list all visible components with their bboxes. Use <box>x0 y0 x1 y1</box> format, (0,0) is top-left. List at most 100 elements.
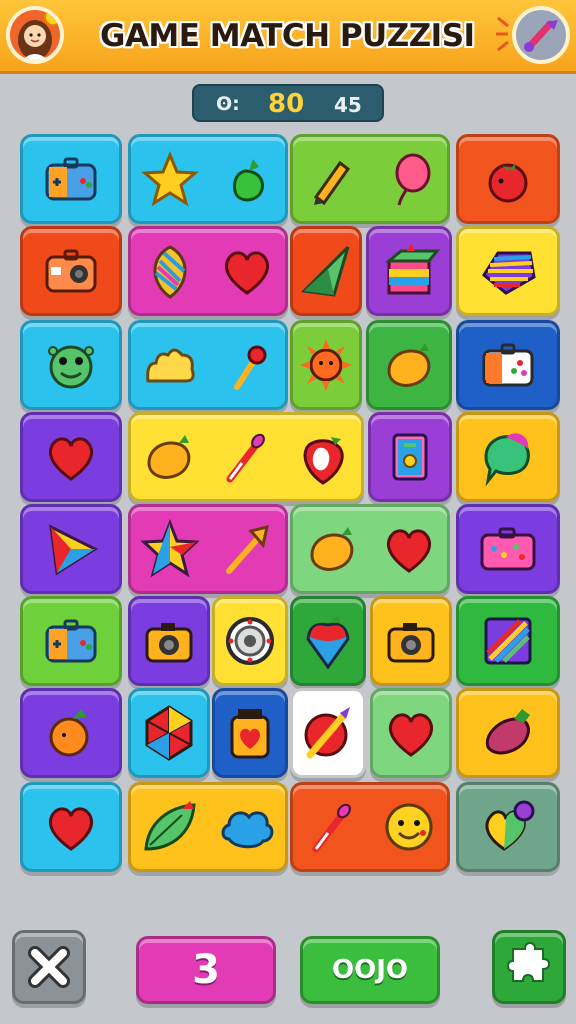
puzzle-tile[interactable] <box>20 596 122 686</box>
moves-value: 45 <box>334 93 362 117</box>
chat-leaf-icon <box>476 425 540 489</box>
puzzle-tile[interactable] <box>20 688 122 778</box>
toolbox-icon <box>476 333 540 397</box>
pencil-icon <box>300 147 364 211</box>
heart-icon <box>39 425 103 489</box>
palette-case-icon <box>476 517 540 581</box>
game-title: GAME MATCH PUZZISI <box>100 18 475 54</box>
strawberry-icon <box>291 425 355 489</box>
score-value: 80 <box>268 89 305 119</box>
radish-icon <box>215 147 279 211</box>
puzzle-piece-icon <box>506 941 551 982</box>
heart-icon <box>379 701 443 765</box>
puzzle-tile[interactable] <box>128 782 288 872</box>
puzzle-tile[interactable] <box>456 412 560 502</box>
puzzle-tile[interactable] <box>456 226 560 316</box>
puzzle-tile[interactable] <box>20 412 122 502</box>
top-bar: GAME MATCH PUZZISI <box>0 0 576 74</box>
tomato-icon <box>476 147 540 211</box>
gamepad-case-icon <box>39 147 103 211</box>
puzzle-tile[interactable] <box>366 320 452 410</box>
puzzle-tile[interactable] <box>290 596 366 686</box>
heart-icon <box>215 239 279 303</box>
paintbrush-icon <box>214 425 278 489</box>
sun-icon <box>294 333 358 397</box>
girl-avatar-icon[interactable] <box>6 6 64 64</box>
smiley-icon <box>377 795 441 859</box>
star-icon <box>138 147 202 211</box>
puzzle-tile[interactable] <box>290 688 366 778</box>
puzzle-tile[interactable] <box>20 782 122 872</box>
cloud-icon <box>215 795 279 859</box>
lollipop-icon <box>215 333 279 397</box>
mango-icon <box>300 517 364 581</box>
brush-settings-icon[interactable] <box>512 6 570 64</box>
camera-icon <box>379 609 443 673</box>
puzzle-tile[interactable] <box>290 320 362 410</box>
puzzle-tile[interactable] <box>128 412 364 502</box>
puzzle-button[interactable] <box>492 930 566 1004</box>
puzzle-tile[interactable] <box>128 504 288 594</box>
puzzle-tile[interactable] <box>456 320 560 410</box>
puzzle-tile[interactable] <box>290 226 362 316</box>
close-icon <box>28 946 70 988</box>
card-icon <box>378 425 442 489</box>
berry-cone-icon <box>296 609 360 673</box>
puzzle-tile[interactable] <box>212 596 288 686</box>
puzzle-tile[interactable] <box>290 504 450 594</box>
camera-case-icon <box>39 239 103 303</box>
puzzle-tile[interactable] <box>456 688 560 778</box>
heart-icon <box>377 517 441 581</box>
brush-disc-icon <box>296 701 360 765</box>
puzzle-tile[interactable] <box>456 504 560 594</box>
puzzle-tile[interactable] <box>20 504 122 594</box>
count-button[interactable]: 3 <box>136 936 276 1004</box>
polygon-gem-icon <box>137 701 201 765</box>
puzzle-tile[interactable] <box>128 134 288 224</box>
star-gem-icon <box>138 517 202 581</box>
puzzle-tile[interactable] <box>20 134 122 224</box>
puzzle-tile[interactable] <box>128 226 288 316</box>
puzzle-tile[interactable] <box>290 134 450 224</box>
leaf-gem-icon <box>138 239 202 303</box>
balloon-icon <box>377 147 441 211</box>
puzzle-tile[interactable] <box>128 320 288 410</box>
kite-gem-icon <box>294 239 358 303</box>
frog-icon <box>39 333 103 397</box>
close-button[interactable] <box>12 930 86 1004</box>
sparkle-icon <box>496 16 509 52</box>
puzzle-tile[interactable] <box>20 320 122 410</box>
puzzle-tile[interactable] <box>128 596 210 686</box>
triangle-gem-icon <box>39 517 103 581</box>
heart-jar-icon <box>218 701 282 765</box>
rainbow-gem-icon <box>476 239 540 303</box>
heart-icon <box>39 795 103 859</box>
score-label: ʘ: <box>216 93 240 115</box>
puzzle-tile[interactable] <box>456 782 560 872</box>
arrow-icon <box>215 517 279 581</box>
dial-icon <box>218 609 282 673</box>
puzzle-tile[interactable] <box>212 688 288 778</box>
puzzle-tile[interactable] <box>128 688 210 778</box>
rainbow-box-icon <box>377 239 441 303</box>
puzzle-tile[interactable] <box>366 226 452 316</box>
puzzle-tile[interactable] <box>370 596 452 686</box>
score-bar: ʘ: 80 45 <box>192 84 384 122</box>
puzzle-tile[interactable] <box>370 688 452 778</box>
crown-icon <box>138 333 202 397</box>
puzzle-tile[interactable] <box>20 226 122 316</box>
eggplant-icon <box>476 701 540 765</box>
paintbrush-icon <box>300 795 364 859</box>
gamepad-case-icon <box>39 609 103 673</box>
puzzle-tile[interactable] <box>456 596 560 686</box>
leaf-icon <box>138 795 202 859</box>
camera-icon <box>137 609 201 673</box>
puzzle-tile[interactable] <box>368 412 452 502</box>
mango-icon <box>377 333 441 397</box>
orange-icon <box>39 701 103 765</box>
ok-button[interactable]: OOJO <box>300 936 440 1004</box>
rainbow-square-icon <box>476 609 540 673</box>
puzzle-tile[interactable] <box>456 134 560 224</box>
mango-icon <box>137 425 201 489</box>
puzzle-tile[interactable] <box>290 782 450 872</box>
